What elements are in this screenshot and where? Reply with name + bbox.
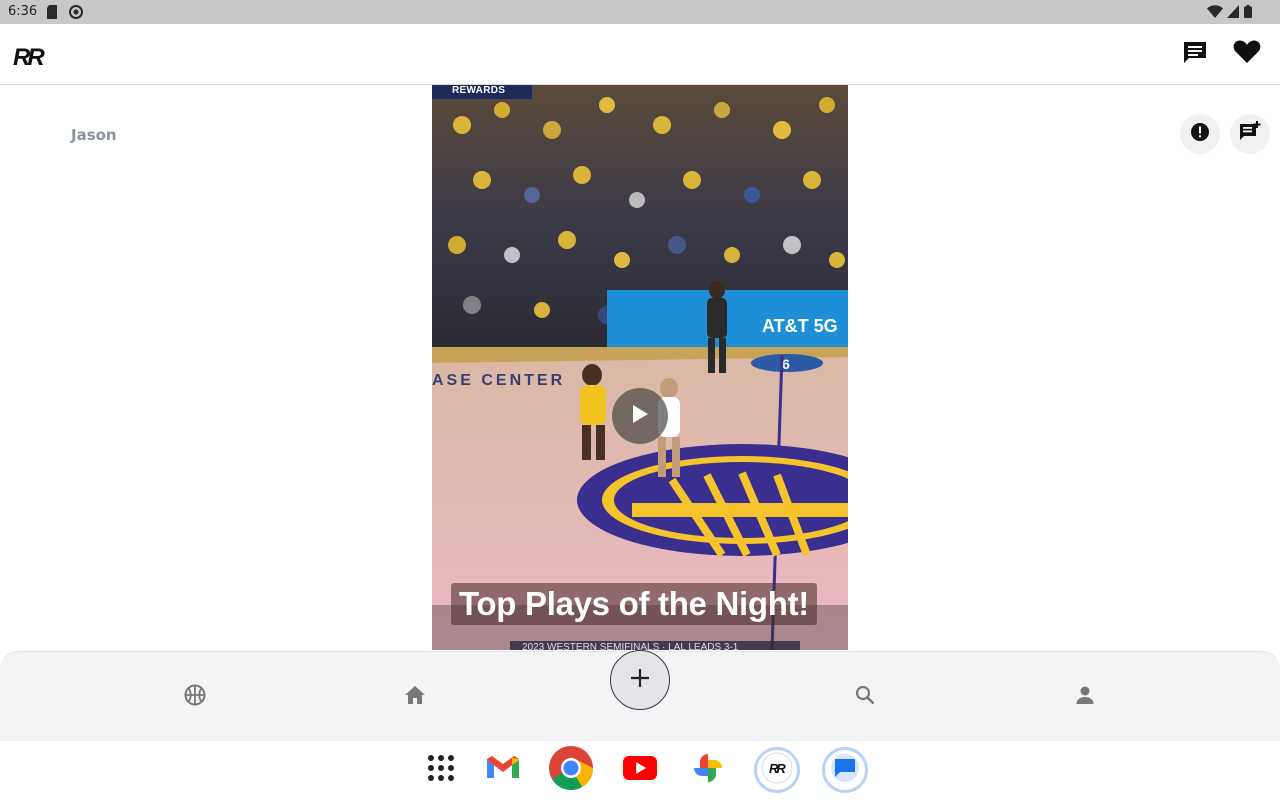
report-button[interactable] (1180, 114, 1220, 154)
play-icon (631, 404, 649, 429)
battery-icon (1244, 5, 1252, 21)
nav-profile[interactable] (1070, 682, 1100, 712)
logo-text: RR (13, 44, 45, 68)
sponsor-board-text: AT&T 5G (762, 316, 838, 336)
wifi-icon (1207, 5, 1223, 21)
video-lower-third: 2023 WESTERN SEMIFINALS · LAL LEADS 3-1 (510, 641, 800, 650)
comments-button[interactable] (1230, 114, 1270, 154)
app-screen: 6:36 RR Jason AT&T 5G ASE CENTER 6 REWAR… (0, 0, 1280, 800)
rr-app[interactable]: RR (754, 747, 800, 793)
messages-icon (830, 753, 860, 788)
signal-icon (1227, 5, 1239, 21)
system-dock: RR (0, 741, 1280, 800)
basketball-icon (184, 684, 206, 711)
nav-home[interactable] (400, 682, 430, 712)
post-author[interactable]: Jason (71, 126, 117, 144)
play-button[interactable] (612, 388, 668, 444)
rr-dock-text: RR (769, 761, 786, 776)
nav-explore[interactable] (180, 682, 210, 712)
grid-dots-icon (427, 754, 455, 787)
video-caption: Top Plays of the Night! (451, 583, 817, 625)
comment-list-icon (1239, 120, 1261, 148)
alert-icon (1190, 122, 1210, 147)
messages-button[interactable] (1179, 38, 1211, 70)
video-frame: AT&T 5G ASE CENTER 6 (432, 85, 848, 650)
rr-app-icon: RR (761, 752, 793, 789)
youtube-icon (623, 755, 657, 785)
app-drawer-button[interactable] (418, 747, 464, 793)
gmail-icon (487, 755, 519, 785)
app-header: RR (0, 24, 1280, 85)
heart-icon (1233, 40, 1261, 69)
app-logo[interactable]: RR (13, 44, 51, 71)
home-icon (404, 685, 426, 710)
photos-icon (692, 752, 724, 789)
chrome-app[interactable] (548, 745, 594, 795)
youtube-app[interactable] (617, 747, 663, 793)
messages-app[interactable] (822, 747, 868, 793)
search-icon (855, 685, 875, 710)
chat-icon (1182, 40, 1208, 69)
sd-card-icon (46, 5, 58, 22)
court-branding-text: ASE CENTER (432, 372, 565, 389)
person-icon (1075, 685, 1095, 710)
plus-icon (630, 668, 650, 693)
video-player[interactable]: AT&T 5G ASE CENTER 6 REWARDS Top Plays o… (432, 85, 848, 650)
nav-search[interactable] (850, 682, 880, 712)
gmail-app[interactable] (480, 747, 526, 793)
vpn-icon (69, 5, 83, 22)
status-bar: 6:36 (0, 0, 1280, 24)
favorites-button[interactable] (1231, 38, 1263, 70)
status-time: 6:36 (8, 4, 38, 19)
chrome-icon (549, 745, 593, 795)
rewards-overlay-text: REWARDS (452, 85, 506, 96)
photos-app[interactable] (685, 747, 731, 793)
create-post-button[interactable] (610, 650, 670, 710)
